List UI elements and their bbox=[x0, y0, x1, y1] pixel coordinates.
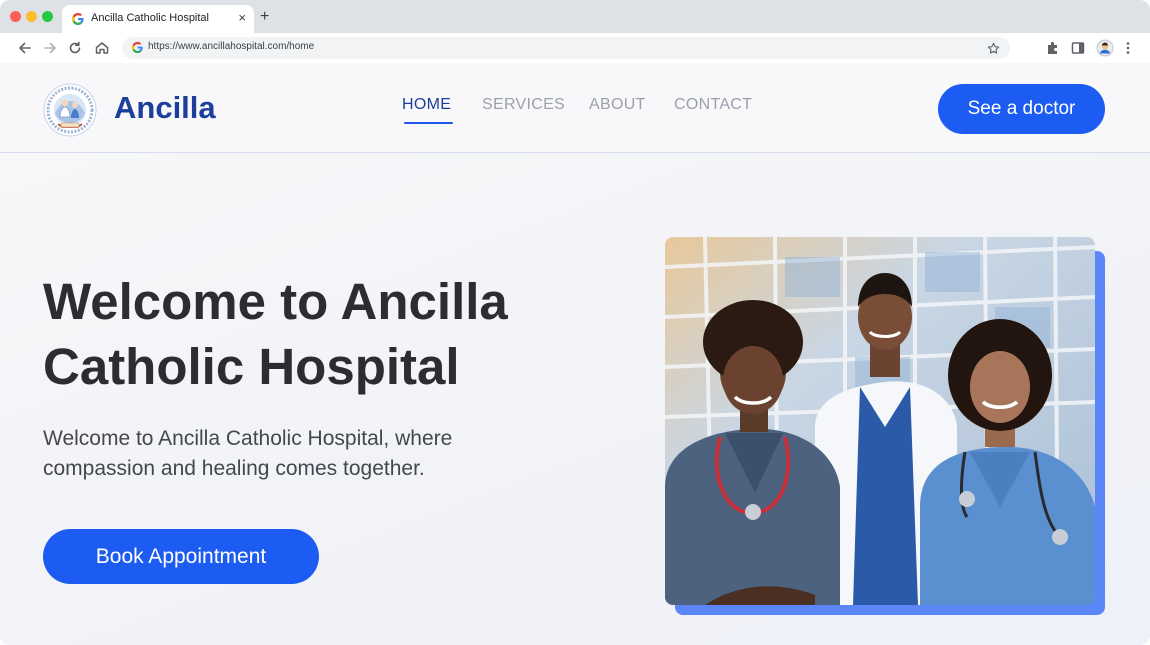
extensions-puzzle-icon[interactable] bbox=[1045, 39, 1061, 57]
tab-title: Ancilla Catholic Hospital bbox=[91, 12, 209, 24]
hero-subtitle-line-1: Welcome to Ancilla Catholic Hospital, wh… bbox=[43, 427, 453, 450]
url-text[interactable]: https://www.ancillahospital.com/home bbox=[148, 41, 314, 52]
site-header: Ancilla HOME SERVICES ABOUT CONTACT See … bbox=[0, 63, 1150, 153]
browser-tab[interactable]: Ancilla Catholic Hospital × bbox=[62, 5, 254, 33]
maximize-window-button[interactable] bbox=[42, 11, 53, 22]
brand-name[interactable]: Ancilla bbox=[114, 90, 216, 126]
hero-title-line-1: Welcome to Ancilla bbox=[43, 273, 508, 330]
back-arrow-icon[interactable] bbox=[16, 39, 34, 57]
google-icon bbox=[131, 41, 143, 54]
hero-title: Welcome to Ancilla Catholic Hospital bbox=[43, 269, 603, 399]
reload-icon[interactable] bbox=[66, 39, 84, 57]
browser-window: Ancilla Catholic Hospital × + https://ww… bbox=[0, 0, 1150, 645]
see-a-doctor-button[interactable]: See a doctor bbox=[938, 84, 1105, 134]
tab-close-icon[interactable]: × bbox=[238, 10, 246, 26]
home-icon[interactable] bbox=[93, 39, 111, 57]
profile-avatar-icon[interactable] bbox=[1096, 39, 1114, 57]
nav-contact[interactable]: CONTACT bbox=[674, 96, 752, 114]
book-appointment-button[interactable]: Book Appointment bbox=[43, 529, 319, 584]
nav-home[interactable]: HOME bbox=[402, 96, 451, 114]
web-page: Ancilla HOME SERVICES ABOUT CONTACT See … bbox=[0, 63, 1150, 645]
new-tab-button[interactable]: + bbox=[260, 9, 269, 25]
forward-arrow-icon[interactable] bbox=[41, 39, 59, 57]
minimize-window-button[interactable] bbox=[26, 11, 37, 22]
side-panel-icon[interactable] bbox=[1070, 39, 1086, 57]
hospital-logo-icon[interactable] bbox=[43, 83, 97, 137]
browser-toolbar: https://www.ancillahospital.com/home bbox=[0, 33, 1150, 63]
medical-staff-photo bbox=[665, 237, 1095, 605]
google-favicon-icon bbox=[72, 13, 84, 25]
hero-subtitle-line-2: compassion and healing comes together. bbox=[43, 457, 425, 480]
nav-active-underline bbox=[404, 122, 453, 124]
tab-bar: Ancilla Catholic Hospital × + bbox=[0, 0, 1150, 33]
bookmark-star-icon[interactable] bbox=[987, 42, 1000, 55]
hero-subtitle: Welcome to Ancilla Catholic Hospital, wh… bbox=[43, 424, 543, 484]
hero-title-line-2: Catholic Hospital bbox=[43, 338, 460, 395]
nav-services[interactable]: SERVICES bbox=[482, 96, 565, 114]
close-window-button[interactable] bbox=[10, 11, 21, 22]
more-options-icon[interactable] bbox=[1122, 39, 1134, 57]
address-bar[interactable]: https://www.ancillahospital.com/home bbox=[122, 37, 1010, 59]
nav-about[interactable]: ABOUT bbox=[589, 96, 646, 114]
